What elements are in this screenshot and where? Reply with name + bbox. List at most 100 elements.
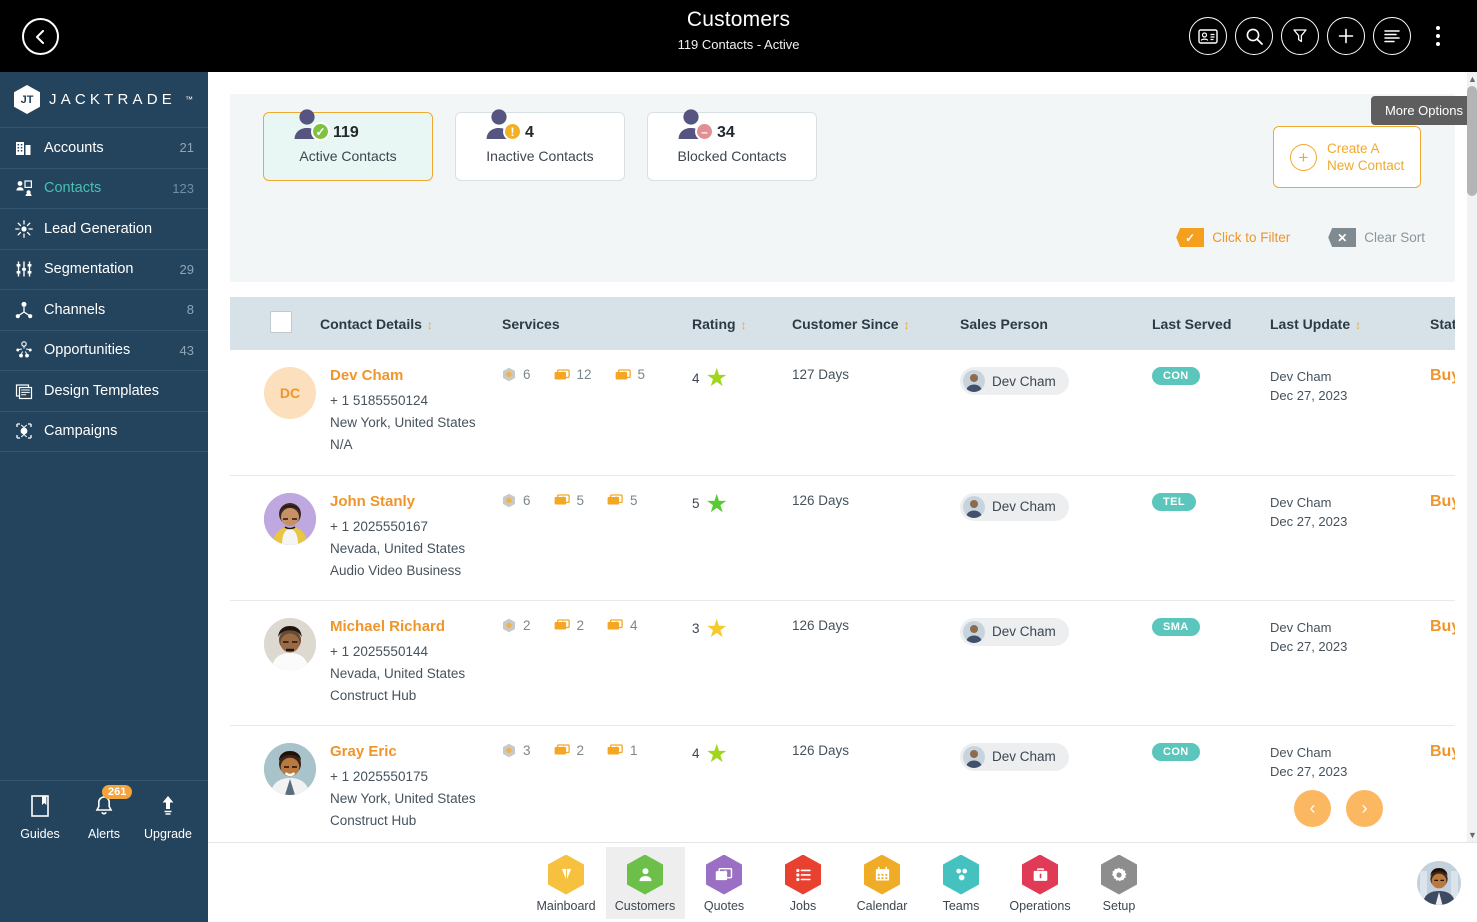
list-icon[interactable] [1373, 17, 1411, 55]
sales-person-pill[interactable]: Dev Cham [960, 492, 1069, 521]
sidebar-item-count: 123 [172, 180, 194, 196]
last-served-badge: CON [1152, 742, 1200, 761]
scrollbar-thumb[interactable] [1467, 86, 1477, 196]
sidebar-item-channels[interactable]: Channels 8 [0, 290, 208, 331]
contact-name[interactable]: John Stanly [330, 493, 465, 510]
stat-card-blocked-contacts[interactable]: – 34 Blocked Contacts [647, 109, 817, 181]
update-date: Dec 27, 2023 [1270, 388, 1348, 403]
bottom-nav-mainboard[interactable]: Mainboard [527, 847, 606, 919]
filter-icon[interactable] [1281, 17, 1319, 55]
avatar [264, 492, 316, 545]
contact-phone: + 1 2025550167 [330, 518, 428, 534]
person-blocked-icon: – [674, 105, 714, 145]
services-list: 6 ? 5 ? 5 [502, 493, 686, 508]
cell-last-served: SMA [1146, 600, 1264, 726]
stat-card-inactive-contacts[interactable]: ! 4 Inactive Contacts [455, 109, 625, 181]
service-count: 5 [576, 492, 585, 508]
search-icon[interactable] [1235, 17, 1273, 55]
stat-card-label: Active Contacts [299, 148, 397, 164]
column-status: Status [1424, 297, 1455, 350]
sales-person-pill[interactable]: Dev Cham [960, 367, 1069, 395]
update-date: Dec 27, 2023 [1270, 513, 1348, 529]
card-icon: ? [554, 744, 570, 755]
vertical-scrollbar[interactable]: ▲ ▼ [1467, 72, 1477, 842]
avatar: DC [264, 367, 316, 419]
cell-sales-person: Dev Cham [954, 350, 1146, 476]
cell-last-update: Dev Cham Dec 27, 2023 [1264, 350, 1424, 476]
bottom-nav-setup[interactable]: Setup [1080, 847, 1159, 919]
contact-name[interactable]: Michael Richard [330, 618, 465, 635]
contact-details: Michael Richard + 1 2025550144 Nevada, U… [264, 617, 496, 707]
jobs-icon [785, 854, 821, 895]
next-page-button[interactable]: › [1346, 790, 1383, 827]
stat-card-label: Inactive Contacts [486, 148, 594, 164]
upgrade-button[interactable]: Upgrade [137, 794, 199, 841]
services-list: 2 ? 2 ? 4 [502, 618, 686, 633]
scroll-up-arrow[interactable]: ▲ [1468, 74, 1477, 84]
create-label-line1: Create A [1327, 141, 1380, 156]
sales-person-pill[interactable]: Dev Cham [960, 617, 1069, 646]
card-icon: ? [607, 619, 623, 630]
table-row[interactable]: Gray Eric + 1 2025550175 New York, Unite… [230, 725, 1455, 842]
column-rating[interactable]: Rating ↕ [686, 297, 786, 350]
sidebar-item-segmentation[interactable]: Segmentation 29 [0, 250, 208, 290]
brand-logo[interactable]: JT JACKTRADE ™ [0, 72, 208, 128]
prev-page-button[interactable]: ‹ [1294, 790, 1331, 827]
contact-text: Dev Cham + 1 5185550124 New York, United… [330, 367, 476, 456]
check-tag-icon: ✓ [1176, 228, 1205, 247]
plus-icon[interactable] [1327, 17, 1365, 55]
rating: 3 ★ [692, 616, 786, 641]
setup-icon [1101, 854, 1137, 895]
top-bar-actions [1189, 17, 1457, 55]
bottom-nav-teams[interactable]: Teams [922, 847, 1001, 919]
bottom-nav-label: Calendar [856, 898, 908, 913]
column-customer-since[interactable]: Customer Since ↕ [786, 297, 954, 350]
bottom-nav-label: Teams [942, 898, 980, 913]
click-to-filter-button[interactable]: ✓ Click to Filter [1176, 228, 1290, 247]
sales-person-avatar [963, 495, 985, 518]
contact-name[interactable]: Dev Cham [330, 367, 476, 384]
bottom-nav-quotes[interactable]: ? Quotes [685, 847, 764, 919]
bottom-nav-customers[interactable]: Customers [605, 846, 685, 919]
sidebar-item-campaigns[interactable]: Campaigns [0, 412, 208, 452]
service-count: 5 [630, 492, 638, 508]
table-row[interactable]: John Stanly + 1 2025550167 Nevada, Unite… [230, 475, 1455, 601]
cell-customer-since: 127 Days [786, 350, 954, 476]
rating-value: 4 [692, 370, 700, 386]
bottom-nav-jobs[interactable]: Jobs [764, 847, 843, 919]
sidebar-item-opportunities[interactable]: Opportunities 43 [0, 331, 208, 371]
cell-status: Buy [1424, 475, 1455, 601]
alerts-button[interactable]: 261 Alerts [73, 784, 135, 841]
sales-person-pill[interactable]: Dev Cham [960, 742, 1069, 771]
scroll-down-arrow[interactable]: ▼ [1468, 830, 1477, 840]
contact-business: Audio Video Business [330, 562, 462, 578]
column-last-update[interactable]: Last Update ↕ [1264, 297, 1424, 350]
bottom-nav-calendar[interactable]: Calendar [843, 847, 922, 919]
column-contact-details[interactable]: Contact Details ↕ [314, 297, 496, 350]
sidebar-item-contacts[interactable]: Contacts 123 [0, 169, 208, 209]
update-by: Dev Cham [1270, 744, 1332, 760]
user-avatar[interactable] [1417, 861, 1461, 905]
select-all-checkbox[interactable] [270, 311, 292, 333]
operations-icon [1022, 854, 1058, 895]
guides-button[interactable]: Guides [9, 794, 71, 841]
contact-name[interactable]: Gray Eric [330, 743, 476, 760]
sidebar-item-label: Accounts [44, 139, 104, 156]
sidebar-item-lead-generation[interactable]: Lead Generation [0, 209, 208, 250]
service-count: 1 [630, 742, 638, 758]
three-dots [1436, 26, 1440, 46]
bottom-nav-operations[interactable]: Operations [1001, 847, 1080, 919]
stat-card-active-contacts[interactable]: ✓ 119 Active Contacts [263, 109, 433, 181]
clear-sort-button[interactable]: ✕ Clear Sort [1328, 228, 1425, 247]
table-row[interactable]: DC Dev Cham + 1 5185550124 New York, Uni… [230, 350, 1455, 476]
more-options-icon[interactable] [1419, 17, 1457, 55]
table-row[interactable]: Michael Richard + 1 2025550144 Nevada, U… [230, 600, 1455, 726]
create-new-contact-button[interactable]: + Create A New Contact [1273, 126, 1421, 188]
cell-contact-details: DC Dev Cham + 1 5185550124 New York, Uni… [230, 350, 496, 476]
cell-customer-since: 126 Days [786, 725, 954, 842]
contact-card-icon[interactable] [1189, 17, 1227, 55]
sidebar-item-accounts[interactable]: Accounts 21 [0, 128, 208, 169]
card-icon: ? [554, 494, 570, 505]
sales-person-name: Dev Cham [992, 749, 1056, 764]
sidebar-item-design-templates[interactable]: Design Templates [0, 371, 208, 412]
